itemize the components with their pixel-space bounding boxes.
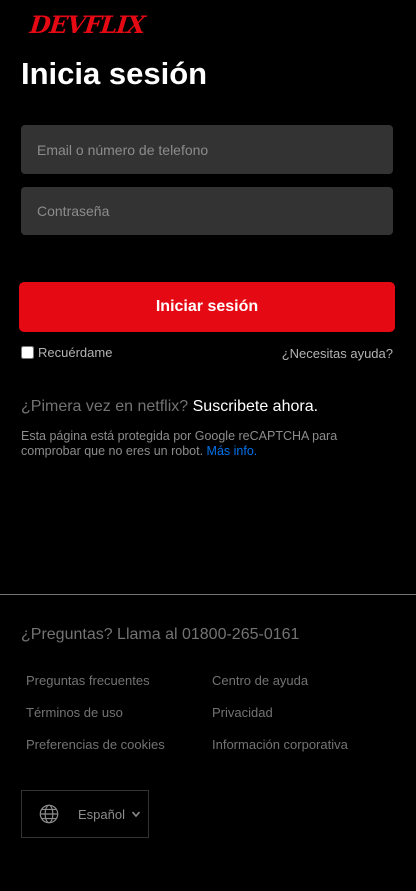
footer-questions: ¿Preguntas? Llama al 01800-265-0161 [21, 626, 300, 643]
recaptcha-more-info-link[interactable]: Más info. [207, 444, 258, 458]
page-title: Inicia sesión [21, 56, 208, 91]
footer-link-corporate-info[interactable]: Información corporativa [212, 737, 348, 752]
email-input[interactable] [21, 125, 393, 174]
footer-link-terms[interactable]: Términos de uso [26, 705, 123, 720]
language-select-value: Español [78, 806, 125, 822]
recaptcha-notice: Esta página está protegida por Google re… [21, 429, 381, 459]
footer-link-cookie-preferences[interactable]: Preferencias de cookies [26, 737, 165, 752]
devflix-logo[interactable]: DEVFLIX [28, 10, 146, 39]
footer-link-help-center[interactable]: Centro de ayuda [212, 673, 308, 688]
login-button[interactable]: Iniciar sesión [19, 282, 395, 332]
password-input[interactable] [21, 187, 393, 235]
footer-divider [0, 594, 416, 595]
signup-suffix: . [313, 398, 319, 415]
remember-me-label: Recuérdame [38, 345, 113, 360]
chevron-down-icon [131, 811, 141, 818]
footer-link-faq[interactable]: Preguntas frecuentes [26, 673, 150, 688]
signup-link[interactable]: Suscribete ahora [193, 398, 314, 415]
help-link[interactable]: ¿Necesitas ayuda? [282, 346, 393, 361]
remember-me[interactable]: Recuérdame [21, 345, 112, 360]
language-select[interactable]: Español [21, 790, 149, 838]
footer-link-privacy[interactable]: Privacidad [212, 705, 273, 720]
remember-me-checkbox[interactable] [21, 346, 34, 359]
globe-icon [39, 804, 59, 824]
signup-prompt-text: ¿Pimera vez en netflix? [21, 398, 193, 415]
recaptcha-text: Esta página está protegida por Google re… [21, 429, 338, 458]
signup-prompt: ¿Pimera vez en netflix? Suscribete ahora… [21, 398, 318, 416]
